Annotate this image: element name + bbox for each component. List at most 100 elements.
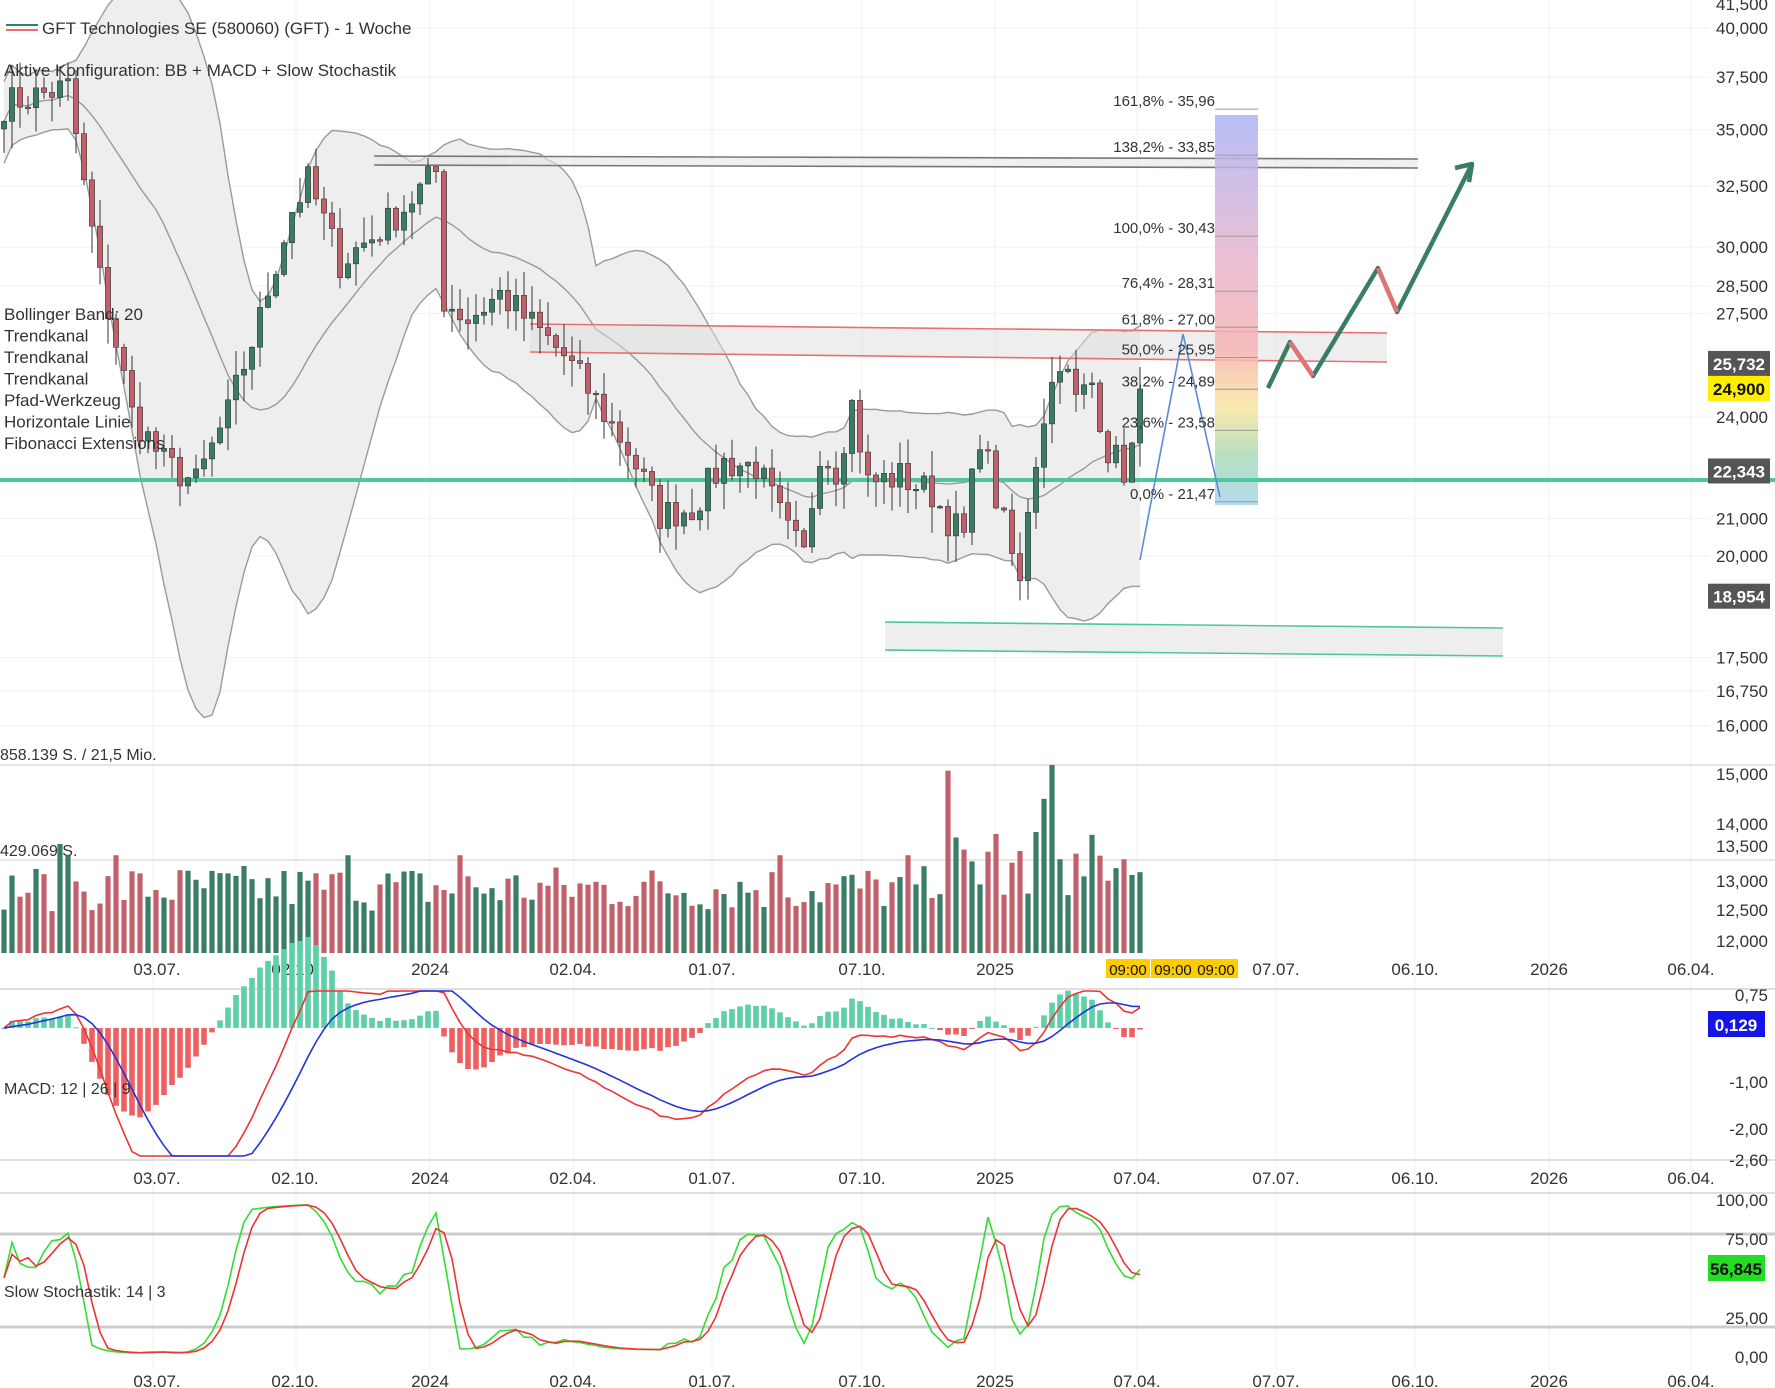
macd-histogram-bar	[665, 1027, 671, 1048]
chart-canvas[interactable]: GFT Technologies SE (580060) (GFT) - 1 W…	[0, 0, 1775, 1388]
volume-bar	[25, 892, 31, 953]
time-tags: 09:00 09:00 09:00	[1106, 959, 1238, 979]
stochastic-label[interactable]: Slow Stochastik: 14 | 3	[4, 1284, 166, 1301]
macd-histogram-bar	[625, 1027, 631, 1051]
macd-histogram-bar	[201, 1027, 207, 1045]
volume-bar	[993, 834, 999, 953]
macd-histogram-bar	[289, 942, 295, 1028]
macd-histogram-bar	[1017, 1027, 1023, 1041]
volume-bar	[217, 873, 223, 953]
price-badge-value: 24,900	[1713, 380, 1765, 399]
volume-bar	[121, 899, 127, 953]
macd-histogram-bar	[1001, 1025, 1007, 1028]
volume-bar	[433, 885, 439, 953]
volume-bar	[785, 897, 791, 953]
macd-axis-label: 0,75	[1735, 986, 1768, 1005]
macd-histogram-bar	[401, 1020, 407, 1028]
macd-histogram-bar	[57, 1016, 63, 1028]
candle	[265, 272, 271, 309]
active-config[interactable]: Aktive Konfiguration: BB + MACD + Slow S…	[4, 61, 397, 80]
volume-bar	[265, 878, 271, 953]
volume-bar	[945, 770, 951, 953]
volume-bar	[625, 906, 631, 953]
price-axis-label: 13,000	[1716, 872, 1768, 891]
volume-bar	[153, 890, 159, 953]
macd-histogram-bar	[745, 1004, 751, 1028]
macd-histogram-bar	[825, 1011, 831, 1028]
overlay-item[interactable]: Horizontale Linie	[4, 413, 131, 432]
volume-bar	[209, 870, 215, 953]
trendkanal-grey[interactable]	[373, 155, 1419, 169]
x-tick-label: 06.04.	[1667, 1169, 1714, 1188]
price-axis-label: 21,000	[1716, 510, 1768, 529]
x-tick-label: 07.07.	[1252, 960, 1299, 979]
macd-histogram-bar	[241, 986, 247, 1028]
stochastic-pane: Slow Stochastik: 14 | 3 100,00 75,00 25,00…	[0, 1191, 1775, 1367]
macd-histogram-bar	[1089, 999, 1095, 1028]
macd-histogram-bar	[713, 1018, 719, 1028]
volume-bar	[1121, 859, 1127, 953]
chart-title[interactable]: GFT Technologies SE (580060) (GFT) - 1 W…	[42, 19, 411, 38]
volume-bar	[473, 887, 479, 953]
x-tick-label: 01.07.	[688, 1372, 735, 1388]
x-tick-label: 07.07.	[1252, 1169, 1299, 1188]
volume-bar	[409, 870, 415, 953]
volume-bar	[81, 891, 87, 953]
volume-bar	[601, 884, 607, 953]
macd-histogram-bar	[321, 956, 327, 1028]
volume-bar	[393, 882, 399, 953]
price-axis-label: 28,500	[1716, 277, 1768, 296]
fib-level-label: 76,4% - 28,31	[1122, 275, 1215, 292]
volume-bar	[321, 889, 327, 953]
overlay-item[interactable]: Trendkanal	[4, 348, 88, 367]
macd-histogram-bar	[865, 1006, 871, 1028]
volume-bar	[657, 881, 663, 953]
pfad-werkzeug-red2[interactable]	[1375, 267, 1400, 313]
macd-label[interactable]: MACD: 12 | 26 | 9	[4, 1081, 131, 1098]
price-axis-label: 32,500	[1716, 177, 1768, 196]
trendkanal-green[interactable]	[884, 621, 1504, 657]
volume-bar	[177, 870, 183, 953]
macd-histogram-bar	[585, 1027, 591, 1047]
volume-bar	[689, 905, 695, 953]
macd-histogram-bar	[849, 998, 855, 1028]
volume-bar	[1049, 765, 1055, 953]
overlay-item[interactable]: Pfad-Werkzeug	[4, 391, 121, 410]
overlay-item[interactable]: Trendkanal	[4, 327, 88, 346]
x-axis-stoch: 03.07. 02.10. 2024 02.04. 01.07. 07.10. 2025 07…	[133, 1372, 1714, 1388]
macd-histogram-bar	[705, 1023, 711, 1028]
volume-bar	[937, 894, 943, 953]
volume-bar	[593, 881, 599, 953]
volume-bar	[417, 873, 423, 953]
volume-bar	[697, 904, 703, 953]
volume-bar	[721, 893, 727, 953]
macd-histogram-bar	[1033, 1026, 1039, 1028]
macd-histogram-bar	[249, 977, 255, 1028]
macd-histogram-bar	[361, 1014, 367, 1028]
macd-histogram-bar	[265, 960, 271, 1028]
candle	[281, 239, 287, 277]
overlay-item[interactable]: Fibonacci Extensions	[4, 434, 165, 453]
fib-level-label: 0,0% - 21,47	[1130, 486, 1215, 503]
volume-bar	[641, 881, 647, 953]
overlay-item[interactable]: Trendkanal	[4, 370, 88, 389]
price-pane	[0, 0, 1775, 719]
price-badges: 25,732 24,900 22,343 18,954	[1708, 350, 1770, 609]
macd-histogram-bar	[929, 1027, 935, 1029]
fibonacci-extensions[interactable]	[1215, 108, 1258, 505]
volume-bar	[889, 882, 895, 953]
overlay-item[interactable]: Bollinger Band: 20	[4, 305, 143, 324]
volume-bar	[281, 871, 287, 953]
macd-histogram-bar	[1073, 993, 1079, 1028]
volume-bar	[841, 876, 847, 953]
price-axis-label: 41,500	[1716, 0, 1768, 14]
volume-bar	[129, 871, 135, 953]
x-tick-label: 01.07.	[688, 960, 735, 979]
macd-histogram-bar	[905, 1021, 911, 1028]
x-tick-label: 07.10.	[838, 960, 885, 979]
macd-histogram-bar	[41, 1017, 47, 1028]
volume-bar	[41, 874, 47, 953]
volume-bar	[337, 872, 343, 953]
x-tick-label: 02.04.	[549, 1169, 596, 1188]
volume-bar	[953, 837, 959, 953]
